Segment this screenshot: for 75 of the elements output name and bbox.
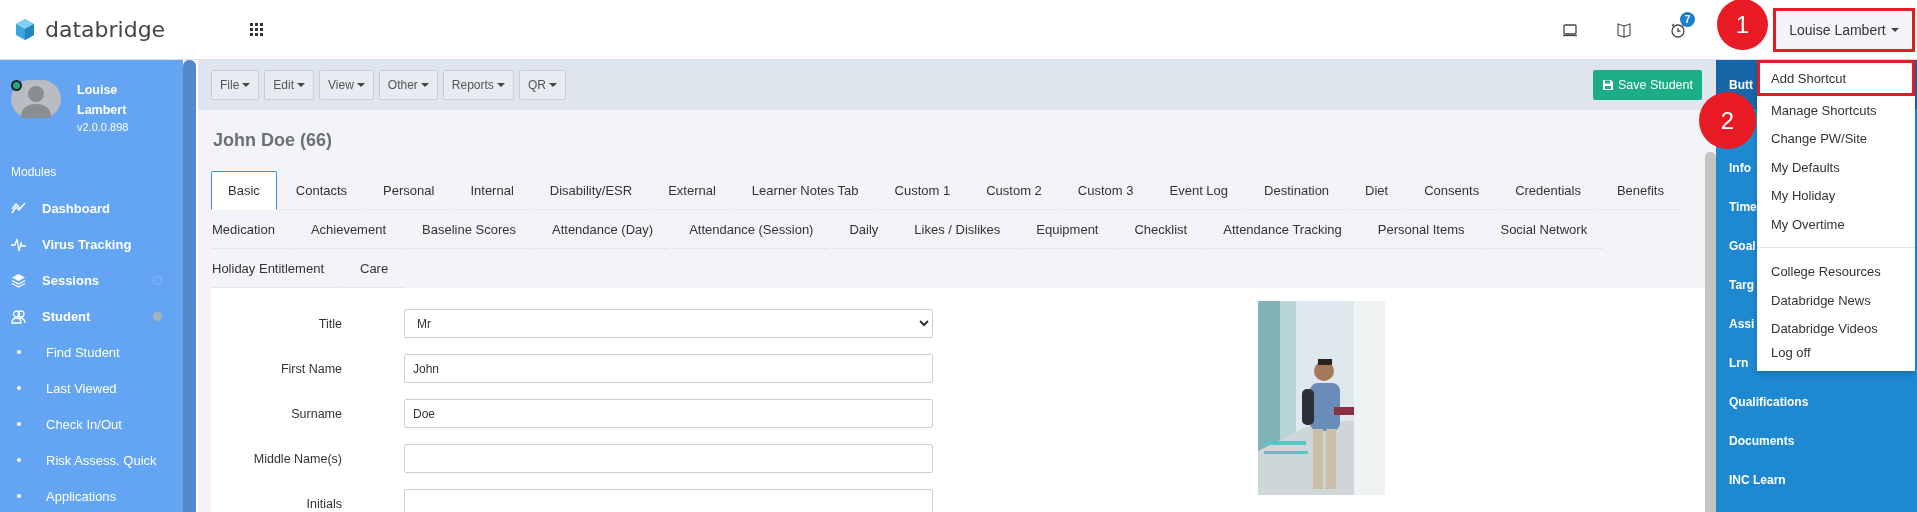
- tab[interactable]: Personal: [366, 171, 452, 210]
- menu-item[interactable]: My Holiday: [1757, 181, 1915, 210]
- field-label: Title: [317, 316, 342, 331]
- tab[interactable]: Credentials: [1498, 171, 1598, 210]
- tab[interactable]: Daily: [832, 210, 896, 249]
- tab[interactable]: Attendance Tracking: [1206, 210, 1359, 249]
- tab[interactable]: Social Network: [1483, 210, 1605, 249]
- tab[interactable]: Attendance (Session): [672, 210, 831, 249]
- tab[interactable]: Learner Notes Tab: [734, 171, 876, 210]
- field-label: Surname: [290, 406, 342, 421]
- tab[interactable]: Disability/ESR: [532, 171, 650, 210]
- tab[interactable]: Equipment: [1019, 210, 1116, 249]
- menu-button[interactable]: File: [211, 70, 260, 100]
- input-field[interactable]: Doe: [404, 399, 933, 428]
- tab[interactable]: Personal Items: [1360, 210, 1482, 249]
- tab[interactable]: Diet: [1348, 171, 1406, 210]
- field-label: First Name: [279, 361, 342, 376]
- input-field[interactable]: John: [404, 354, 933, 383]
- menu-item[interactable]: My Overtime: [1757, 210, 1915, 239]
- field-label: Middle Name(s): [252, 451, 342, 466]
- layers-icon: [11, 272, 26, 288]
- tab[interactable]: Checklist: [1117, 210, 1205, 249]
- input-field[interactable]: [404, 489, 933, 512]
- panel-item[interactable]: Documents: [1716, 421, 1917, 460]
- menu-button[interactable]: Other: [378, 70, 438, 100]
- alarm-clock-icon[interactable]: [1670, 21, 1686, 38]
- book-icon[interactable]: [1616, 21, 1632, 38]
- menu-item[interactable]: My Defaults: [1757, 153, 1915, 182]
- menu-button[interactable]: Reports: [442, 70, 514, 100]
- tab[interactable]: Achievement: [293, 210, 404, 249]
- chart-icon: [11, 200, 26, 216]
- menu-item[interactable]: Databridge News: [1757, 286, 1915, 315]
- select-field[interactable]: Mr: [404, 309, 933, 338]
- tab[interactable]: Basic: [211, 171, 277, 210]
- tab[interactable]: Custom 3: [1060, 171, 1151, 210]
- record-title: John Doe (66): [212, 129, 333, 152]
- tab[interactable]: Attendance (Day): [535, 210, 671, 249]
- avatar-icon: [11, 80, 61, 118]
- menu-button[interactable]: View: [319, 70, 374, 100]
- logo-text: databridge: [45, 17, 166, 42]
- section-heading: Modules: [11, 165, 58, 179]
- apps-grid-icon[interactable]: [250, 23, 263, 36]
- user-name: Louise Lambert: [77, 82, 128, 119]
- tab[interactable]: Baseline Scores: [405, 210, 533, 249]
- tab[interactable]: Custom 1: [877, 171, 968, 210]
- scrollbar[interactable]: [183, 60, 196, 512]
- users-icon: [11, 308, 26, 324]
- tab[interactable]: Benefits: [1599, 171, 1681, 210]
- field-label: Initials: [305, 496, 342, 511]
- logo-icon: [14, 18, 36, 41]
- tab[interactable]: Contacts: [278, 171, 365, 210]
- menu-button[interactable]: Edit: [264, 70, 315, 100]
- tab[interactable]: Consents: [1407, 171, 1497, 210]
- menu-button[interactable]: QR: [518, 70, 566, 100]
- tab[interactable]: Likes / Dislikes: [897, 210, 1018, 249]
- user-menu-button[interactable]: Louise Lambert: [1773, 7, 1915, 52]
- tab[interactable]: Medication: [211, 210, 292, 249]
- tab[interactable]: Event Log: [1152, 171, 1246, 210]
- menu-item[interactable]: Change PW/Site: [1757, 124, 1915, 153]
- menu-item[interactable]: Add Shortcut: [1757, 60, 1915, 96]
- pulse-icon: [11, 236, 26, 252]
- tab[interactable]: Destination: [1247, 171, 1347, 210]
- menu-item[interactable]: Databridge Videos: [1757, 314, 1915, 343]
- panel-item[interactable]: INC Learn: [1716, 460, 1917, 499]
- menu-item[interactable]: Manage Shortcuts: [1757, 96, 1915, 125]
- input-field[interactable]: [404, 444, 933, 473]
- tab[interactable]: External: [651, 171, 733, 210]
- scrollbar[interactable]: [1705, 152, 1716, 512]
- menu-item[interactable]: Log off: [1757, 343, 1915, 365]
- tab[interactable]: Custom 2: [969, 171, 1059, 210]
- panel-item[interactable]: Qualifications: [1716, 382, 1917, 421]
- monitor-icon[interactable]: [1562, 21, 1578, 38]
- version-label: v2.0.0.898: [77, 121, 130, 133]
- tab[interactable]: Internal: [453, 171, 531, 210]
- menu-item[interactable]: College Resources: [1757, 257, 1915, 286]
